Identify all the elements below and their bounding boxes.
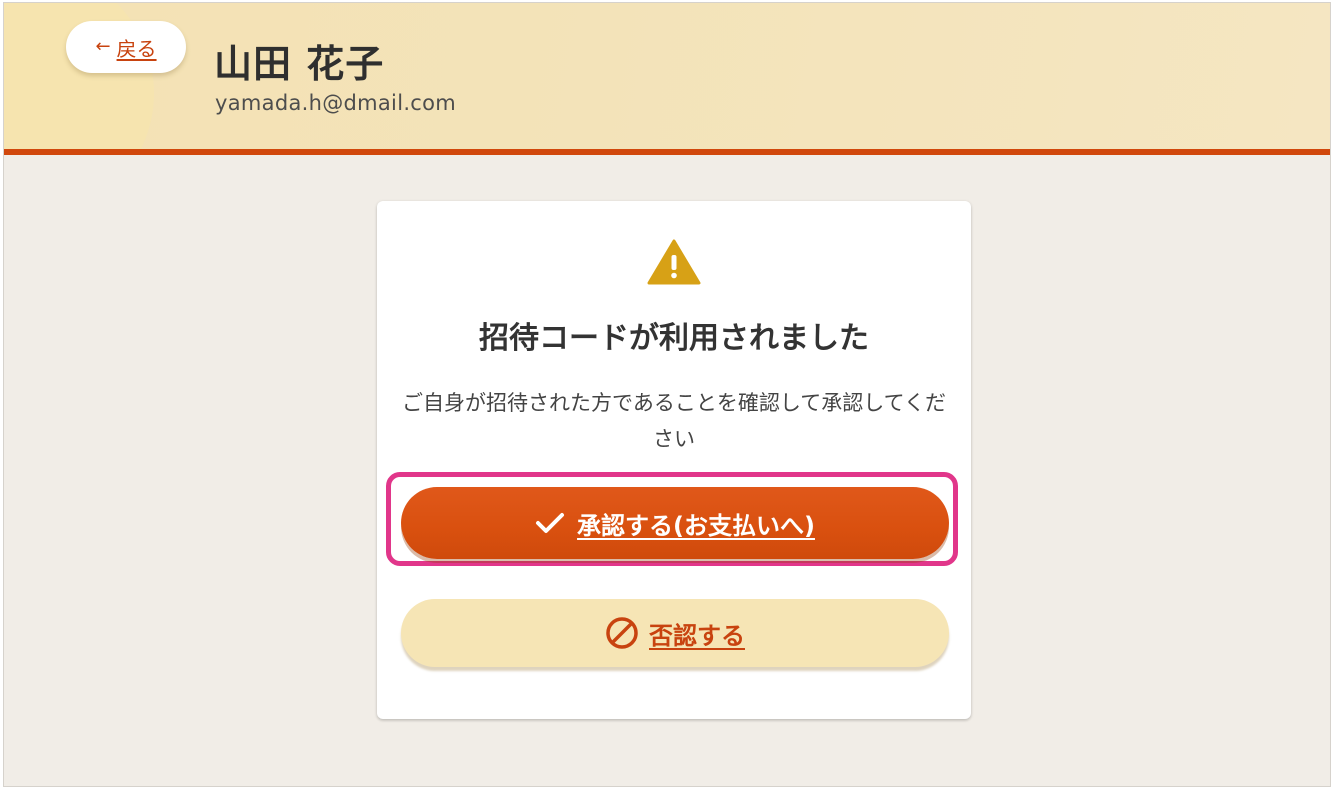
user-name: 山田 花子	[214, 42, 385, 86]
approve-button-label: 承認する(お支払いへ)	[577, 511, 815, 540]
app-frame: ← 戻る 山田 花子 yamada.h@dmail.com 招待コードが利用され…	[3, 2, 1331, 787]
reject-button-label: 否認する	[649, 621, 745, 650]
invite-confirmation-card: 招待コードが利用されました ご自身が招待された方であることを確認して承認してくだ…	[377, 201, 971, 719]
check-icon	[535, 511, 565, 535]
dialog-message: ご自身が招待された方であることを確認して承認してください	[402, 391, 946, 451]
arrow-left-icon: ←	[95, 36, 111, 57]
approve-button[interactable]: 承認する(お支払いへ)	[401, 487, 949, 559]
warning-icon	[647, 239, 701, 285]
reject-button[interactable]: 否認する	[401, 599, 949, 667]
user-email: yamada.h@dmail.com	[215, 91, 457, 115]
back-button-label: 戻る	[116, 36, 157, 61]
page-header: ← 戻る 山田 花子 yamada.h@dmail.com	[4, 3, 1330, 155]
back-button[interactable]: ← 戻る	[66, 21, 186, 73]
prohibited-icon	[605, 616, 639, 650]
dialog-title: 招待コードが利用されました	[479, 321, 869, 356]
